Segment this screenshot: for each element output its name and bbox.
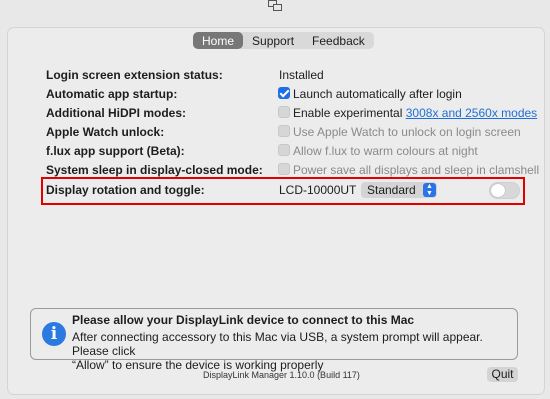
flux-checkbox-label[interactable]: Allow f.lux to warm colours at night	[293, 144, 478, 158]
hidpi-label: Additional HiDPI modes:	[46, 106, 187, 120]
quit-button[interactable]: Quit	[487, 367, 518, 382]
version-text: DisplayLink Manager 1.10.0 (Build 117)	[203, 370, 360, 380]
display-toggle[interactable]	[489, 182, 520, 199]
display-rotation-label: Display rotation and toggle:	[46, 183, 205, 197]
auto-startup-label: Automatic app startup:	[46, 87, 178, 101]
row-auto-startup: Automatic app startup: Launch automatica…	[46, 85, 526, 104]
rotation-select[interactable]: Standard ▲ ▼	[361, 182, 437, 198]
apple-watch-checkbox[interactable]	[278, 125, 290, 137]
display-device-name: LCD-10000UT	[279, 183, 357, 197]
login-status-label: Login screen extension status:	[46, 68, 223, 82]
info-title: Please allow your DisplayLink device to …	[72, 313, 415, 327]
row-hidpi: Additional HiDPI modes: Enable experimen…	[46, 104, 537, 123]
hidpi-checkbox-label[interactable]: Enable experimental 3008x and 2560x mode…	[293, 106, 537, 120]
hidpi-checkbox[interactable]	[278, 106, 290, 118]
display-link-icon	[268, 0, 282, 11]
hidpi-checkbox-text: Enable experimental	[293, 106, 403, 120]
info-banner: i Please allow your DisplayLink device t…	[30, 308, 518, 372]
rotation-select-value: Standard	[367, 183, 416, 197]
tab-home[interactable]: Home	[193, 32, 244, 49]
row-login-status: Login screen extension status: Installed	[46, 66, 526, 85]
tab-support[interactable]: Support	[243, 32, 303, 49]
info-body: After connecting accessory to this Mac v…	[72, 330, 517, 372]
system-sleep-checkbox-label[interactable]: Power save all displays and sleep in cla…	[293, 163, 539, 177]
hidpi-modes-link[interactable]: 3008x and 2560x modes	[406, 106, 537, 120]
system-sleep-label: System sleep in display-closed mode:	[46, 163, 263, 177]
info-line-1: After connecting accessory to this Mac v…	[72, 330, 483, 358]
row-flux: f.lux app support (Beta): Allow f.lux to…	[46, 142, 526, 161]
tab-bar: Home Support Feedback	[193, 32, 374, 49]
auto-startup-checkbox-label[interactable]: Launch automatically after login	[293, 87, 462, 101]
apple-watch-label: Apple Watch unlock:	[46, 125, 165, 139]
system-sleep-checkbox[interactable]	[278, 163, 290, 175]
info-icon: i	[42, 322, 66, 346]
row-apple-watch: Apple Watch unlock: Use Apple Watch to u…	[46, 123, 526, 142]
flux-checkbox[interactable]	[278, 144, 290, 156]
login-status-value: Installed	[279, 68, 324, 82]
flux-label: f.lux app support (Beta):	[46, 144, 185, 158]
tab-feedback[interactable]: Feedback	[303, 32, 374, 49]
toggle-knob	[491, 184, 505, 197]
row-display-rotation: Display rotation and toggle: LCD-10000UT	[46, 181, 526, 200]
chevron-updown-icon: ▲ ▼	[423, 183, 436, 197]
apple-watch-checkbox-label[interactable]: Use Apple Watch to unlock on login scree…	[293, 125, 521, 139]
auto-startup-checkbox[interactable]	[278, 87, 290, 99]
